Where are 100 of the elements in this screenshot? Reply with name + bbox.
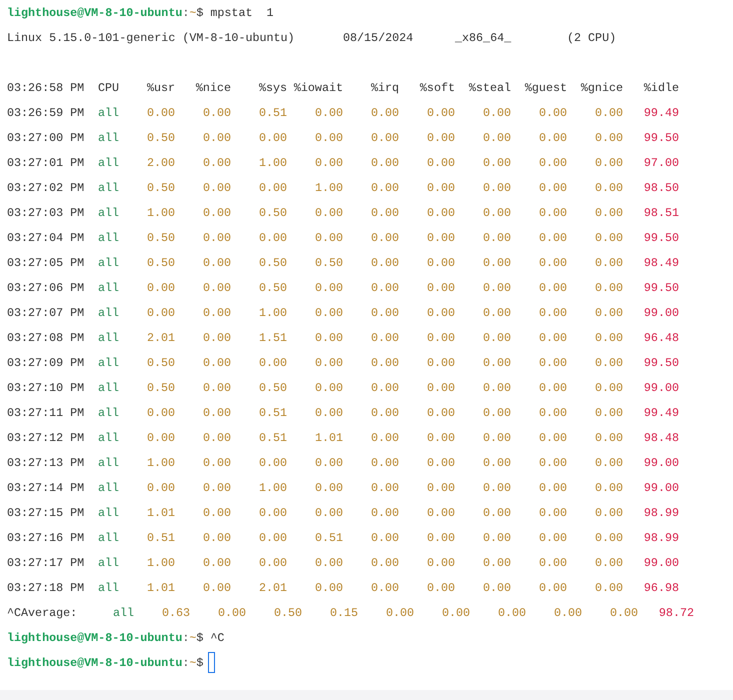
table-cell-text: 03:27:00 PM <box>7 130 86 144</box>
table-cell-text: 0.00 <box>314 456 343 470</box>
table-cell-text: all <box>98 206 120 220</box>
table-cell-text: all <box>98 556 120 570</box>
table-cell-text: 0.00 <box>594 180 623 194</box>
table-cell-text: 0.00 <box>258 130 287 144</box>
table-cell-text: 0.00 <box>426 280 455 294</box>
table-cell: 0.50 <box>147 230 175 244</box>
table-cell-text: 0.00 <box>202 256 231 270</box>
table-cell-text: 0.00 <box>538 330 567 344</box>
table-cell-text: 0.00 <box>482 506 511 520</box>
table-cell-text: 0.00 <box>202 530 231 544</box>
average-cell: 0.63 <box>162 606 190 620</box>
table-cell-text: 0.00 <box>258 530 287 544</box>
table-cell-text: 0.00 <box>426 456 455 470</box>
table-cell-text: all <box>98 330 120 344</box>
table-cell-text: 03:27:17 PM <box>7 556 86 570</box>
table-cell-text: 0.00 <box>594 556 623 570</box>
column-header: 03:26:58 PM <box>7 80 86 94</box>
table-cell-text: 0.00 <box>482 280 511 294</box>
table-cell-text: 0.00 <box>370 130 399 144</box>
average-cell-text: 98.72 <box>658 606 694 620</box>
table-cell-text: 99.00 <box>642 480 679 494</box>
table-cell-text: 0.00 <box>482 256 511 270</box>
table-cell-text: 99.00 <box>642 380 679 394</box>
table-cell-text: 0.00 <box>594 306 623 320</box>
table-cell-text: 0.00 <box>482 530 511 544</box>
table-cell-text: 99.50 <box>642 356 679 370</box>
table-cell-text: 03:27:14 PM <box>7 480 86 494</box>
table-cell: 0.51 <box>147 530 175 544</box>
table-cell-text: 96.48 <box>642 330 679 344</box>
table-cell-text: 03:27:11 PM <box>7 406 86 420</box>
prompt-path: ~ <box>189 656 196 670</box>
table-cell-text: 98.99 <box>642 530 679 544</box>
table-cell-text: 03:26:59 PM <box>7 106 86 120</box>
command-text: ^C <box>210 630 224 644</box>
table-cell-text: 0.00 <box>314 306 343 320</box>
table-cell-text: 0.50 <box>258 256 287 270</box>
table-cell-text: 03:27:15 PM <box>7 506 86 520</box>
table-cell-text: 0.00 <box>538 406 567 420</box>
table-cell-text: 0.00 <box>314 506 343 520</box>
table-cell-text: 0.00 <box>370 556 399 570</box>
table-cell-text: 0.00 <box>426 180 455 194</box>
table-cell-text: 0.00 <box>482 356 511 370</box>
table-cell-text: 0.00 <box>538 256 567 270</box>
table-cell: 0.00 <box>147 480 175 494</box>
table-cell-text: 0.00 <box>314 556 343 570</box>
table-cell-text: all <box>98 280 120 294</box>
table-cell-text: 0.00 <box>370 280 399 294</box>
table-cell-text: 0.00 <box>426 306 455 320</box>
table-cell: 2.00 <box>147 156 175 170</box>
table-cell-text: 0.00 <box>370 256 399 270</box>
table-cell-text: 0.00 <box>314 106 343 120</box>
table-cell-text: all <box>98 230 120 244</box>
table-cell-text: all <box>98 180 120 194</box>
system-info-text: (2 CPU) <box>567 30 616 44</box>
table-cell-text: 0.00 <box>202 556 231 570</box>
table-cell-text: 0.00 <box>426 556 455 570</box>
column-header: %usr <box>147 80 175 94</box>
average-cell-text: 0.00 <box>496 606 526 620</box>
table-cell-text: 0.00 <box>426 106 455 120</box>
table-cell-text: 0.00 <box>426 580 455 594</box>
table-cell-text: 98.51 <box>642 206 679 220</box>
average-cell-text: 0.00 <box>384 606 414 620</box>
table-cell-text: 0.00 <box>594 456 623 470</box>
table-cell: 0.00 <box>147 306 175 320</box>
table-cell-text: 03:27:16 PM <box>7 530 86 544</box>
table-cell-text: 0.00 <box>538 230 567 244</box>
table-cell-text: 99.49 <box>642 106 679 120</box>
table-cell-text: 99.50 <box>642 280 679 294</box>
table-cell-text: 0.00 <box>482 480 511 494</box>
prompt-user-host: lighthouse@VM-8-10-ubuntu <box>7 6 182 20</box>
table-cell-text: 03:27:18 PM <box>7 580 86 594</box>
table-cell-text: 0.00 <box>258 456 287 470</box>
prompt-user-host: lighthouse@VM-8-10-ubuntu <box>7 630 182 644</box>
table-cell-text: 0.00 <box>202 130 231 144</box>
table-cell-text: 0.00 <box>594 480 623 494</box>
table-cell-text: 0.00 <box>482 106 511 120</box>
table-cell-text: 0.00 <box>258 230 287 244</box>
table-cell-text: 0.00 <box>538 456 567 470</box>
table-cell-text: 1.00 <box>258 480 287 494</box>
table-cell-text: 0.00 <box>370 180 399 194</box>
table-cell-text: 0.00 <box>314 280 343 294</box>
table-cell-text: 1.00 <box>314 180 343 194</box>
table-cell-text: 0.00 <box>594 406 623 420</box>
table-cell: 0.00 <box>147 406 175 420</box>
table-cell-text: all <box>98 530 120 544</box>
table-cell-text: 03:27:05 PM <box>7 256 86 270</box>
table-cell-text: 03:27:13 PM <box>7 456 86 470</box>
table-cell-text: 0.00 <box>538 106 567 120</box>
table-cell-text: 0.00 <box>314 330 343 344</box>
table-cell: 0.00 <box>147 430 175 444</box>
table-cell-text: 03:27:01 PM <box>7 156 86 170</box>
system-info-text: 08/15/2024 <box>343 30 414 44</box>
average-cell-text: 0.00 <box>608 606 638 620</box>
table-cell-text: 0.00 <box>482 406 511 420</box>
table-cell-text: 0.00 <box>258 506 287 520</box>
table-cell-text: 0.00 <box>538 280 567 294</box>
table-cell-text: 0.00 <box>314 230 343 244</box>
table-cell-text: all <box>98 156 120 170</box>
